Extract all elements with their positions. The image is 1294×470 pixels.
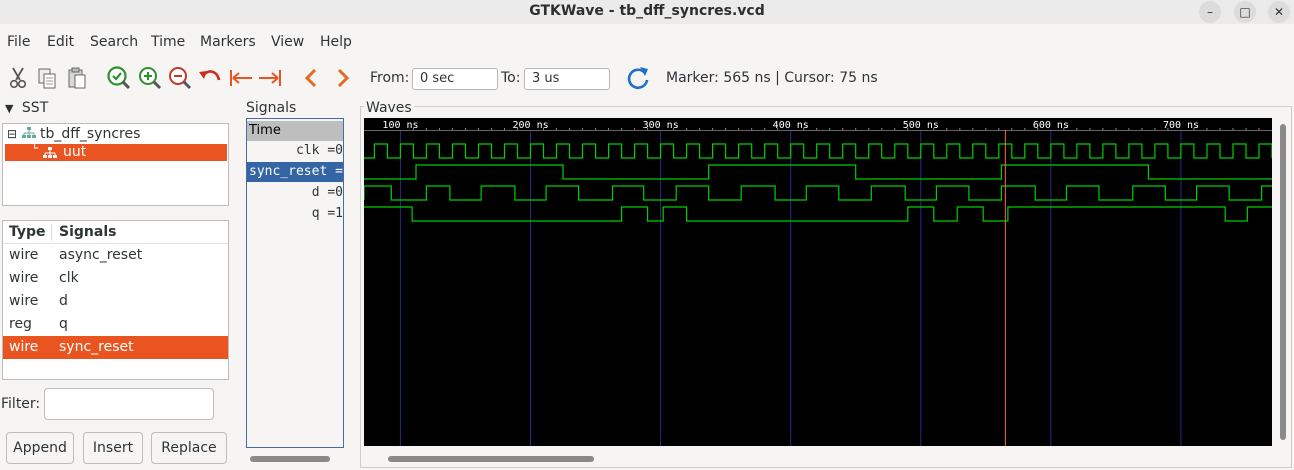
filter-input[interactable] <box>44 388 214 420</box>
signal-name: d <box>59 293 68 309</box>
signals-header: Signals <box>246 100 297 116</box>
column-header-type[interactable]: Type <box>9 221 46 244</box>
append-button[interactable]: Append <box>6 432 74 464</box>
collapse-triangle-icon[interactable]: ▼ <box>5 102 13 115</box>
signal-entry-clk[interactable]: clk =0 <box>247 141 343 161</box>
tree-item-uut[interactable]: └ uut <box>5 141 227 161</box>
signal-entry-d[interactable]: d =0 <box>247 183 343 203</box>
signal-row-async-reset[interactable]: wire async_reset <box>3 244 228 267</box>
signal-type: wire <box>9 339 39 355</box>
tree-item-tb-dff-syncres[interactable]: ⊟ tb_dff_syncres <box>7 126 227 143</box>
signals-pane: Time clk =0 sync_reset =1 d =0 q =1 <box>246 118 344 448</box>
from-time-input[interactable]: 0 sec <box>412 68 498 90</box>
copy-icon[interactable] <box>33 62 61 94</box>
signal-type: wire <box>9 293 39 309</box>
waves-horizontal-scrollbar[interactable] <box>388 456 594 462</box>
paste-icon[interactable] <box>63 62 91 94</box>
column-header-signals[interactable]: Signals <box>59 221 116 244</box>
zoom-to-start-icon[interactable] <box>227 62 255 94</box>
to-time-input[interactable]: 3 us <box>524 68 610 90</box>
toolbar: From: 0 sec To: 3 us Marker: 565 ns | Cu… <box>0 62 1294 96</box>
insert-button[interactable]: Insert <box>83 432 143 464</box>
waves-header: Waves <box>364 100 414 116</box>
menu-edit[interactable]: Edit <box>47 34 74 50</box>
sst-hierarchy-tree: ⊟ tb_dff_syncres └ uut <box>2 123 229 206</box>
menu-help[interactable]: Help <box>320 34 352 50</box>
title-bar: GTKWave - tb_dff_syncres.vcd – □ ✕ <box>0 0 1294 24</box>
signal-name: clk <box>59 270 79 286</box>
undo-icon[interactable] <box>196 62 224 94</box>
signal-name: async_reset <box>59 247 143 263</box>
tree-expander-icon[interactable]: ⊟ <box>7 127 17 141</box>
cut-icon[interactable] <box>4 62 32 94</box>
column-divider <box>51 224 52 241</box>
signal-type: wire <box>9 247 39 263</box>
maximize-button[interactable]: □ <box>1234 1 1256 23</box>
filter-label: Filter: <box>1 396 41 412</box>
find-next-edge-icon[interactable] <box>329 62 357 94</box>
menu-view[interactable]: View <box>271 34 304 50</box>
to-label: To: <box>501 70 521 86</box>
close-button[interactable]: ✕ <box>1268 1 1290 23</box>
zoom-fit-icon[interactable] <box>105 62 133 94</box>
signal-name: sync_reset <box>59 339 134 355</box>
tree-branch-line: └ <box>31 141 39 155</box>
marker-cursor-status: Marker: 565 ns | Cursor: 75 ns <box>666 70 878 86</box>
module-icon <box>43 147 57 158</box>
tree-label: uut <box>63 144 87 160</box>
gtkwave-window: GTKWave - tb_dff_syncres.vcd – □ ✕ File … <box>0 0 1294 470</box>
replace-button[interactable]: Replace <box>151 432 227 464</box>
menu-bar: File Edit Search Time Markers View Help <box>0 30 1294 54</box>
from-label: From: <box>370 70 410 86</box>
zoom-in-icon[interactable] <box>136 62 164 94</box>
minimize-button[interactable]: – <box>1199 1 1221 23</box>
menu-search[interactable]: Search <box>90 34 138 50</box>
signal-row-q[interactable]: reg q <box>3 313 228 336</box>
signal-entry-q[interactable]: q =1 <box>247 204 343 224</box>
menu-markers[interactable]: Markers <box>200 34 256 50</box>
find-previous-edge-icon[interactable] <box>297 62 325 94</box>
signal-row-clk[interactable]: wire clk <box>3 267 228 290</box>
signal-type: wire <box>9 270 39 286</box>
sst-title: SST <box>21 100 49 116</box>
signals-horizontal-scrollbar[interactable] <box>250 456 330 462</box>
reload-icon[interactable] <box>624 62 652 94</box>
list-header: Type Signals <box>3 221 228 244</box>
zoom-out-icon[interactable] <box>166 62 194 94</box>
signal-entry-sync-reset[interactable]: sync_reset =1 <box>247 162 343 182</box>
waves-vertical-scrollbar[interactable] <box>1280 124 1286 440</box>
window-title: GTKWave - tb_dff_syncres.vcd <box>529 3 765 19</box>
module-icon <box>21 127 36 138</box>
signal-type-list: Type Signals wire async_reset wire clk w… <box>2 220 229 380</box>
signal-row-d[interactable]: wire d <box>3 290 228 313</box>
time-row[interactable]: Time <box>247 121 343 141</box>
signal-row-sync-reset[interactable]: wire sync_reset <box>3 336 228 359</box>
sst-header[interactable]: ▼ SST <box>5 100 48 116</box>
signal-type: reg <box>9 316 32 332</box>
menu-time[interactable]: Time <box>151 34 185 50</box>
wave-background <box>364 118 1272 446</box>
wave-display[interactable]: 100 ns 200 ns 300 ns 400 ns 500 ns 600 ns 700 … <box>364 118 1272 446</box>
menu-file[interactable]: File <box>7 34 30 50</box>
tree-label: tb_dff_syncres <box>39 126 141 142</box>
signal-name: q <box>59 316 68 332</box>
zoom-to-end-icon[interactable] <box>256 62 284 94</box>
